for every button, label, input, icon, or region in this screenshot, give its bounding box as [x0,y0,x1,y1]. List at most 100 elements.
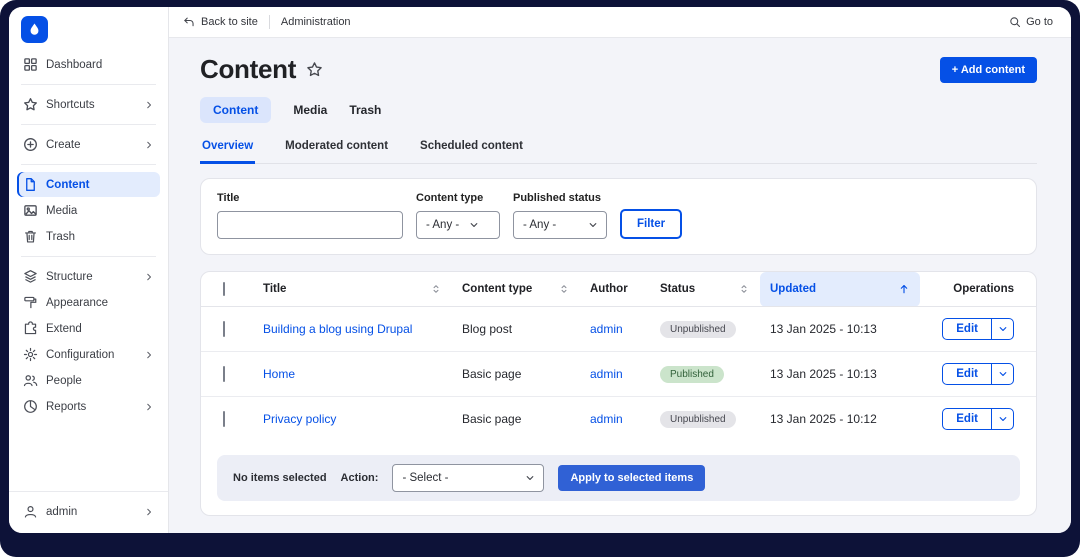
title-filter-label: Title [217,192,240,204]
sidebar-item-label: Create [46,138,81,151]
chevron-down-icon [525,473,535,483]
column-header-title[interactable]: Title [253,272,452,307]
action-select[interactable]: - Select - [392,464,545,492]
updated-cell: 13 Jan 2025 - 10:13 [760,351,920,397]
sidebar-divider [21,256,156,257]
content-type-select[interactable]: - Any - [416,211,500,239]
sidebar-item-label: Reports [46,400,87,413]
table-row: Home Basic page admin Published 13 Jan 2… [201,351,1036,397]
back-to-site-label: Back to site [201,16,258,28]
edit-dropdown-toggle[interactable] [991,409,1013,429]
author-link[interactable]: admin [590,367,623,381]
tab-overview[interactable]: Overview [200,131,256,164]
row-checkbox[interactable] [223,321,225,337]
sidebar-item-shortcuts[interactable]: Shortcuts [17,92,160,117]
sidebar-item-dashboard[interactable]: Dashboard [17,52,160,77]
tab-scheduled-content[interactable]: Scheduled content [418,131,525,164]
admin-topbar: Back to site Administration Go to [169,7,1071,38]
sort-ascending-icon [898,283,910,295]
sidebar-menu: Dashboard Shortcuts Create Content Media… [9,49,168,420]
user-icon [23,504,38,519]
table-row: Privacy policy Basic page admin Unpublis… [201,397,1036,442]
sidebar-item-content[interactable]: Content [17,172,160,197]
sidebar-item-reports[interactable]: Reports [17,394,160,419]
published-status-filter-label: Published status [513,192,602,204]
column-label: Author [590,283,628,295]
sidebar-item-structure[interactable]: Structure [17,264,160,289]
drupal-logo[interactable] [21,16,48,43]
sidebar-item-admin-user[interactable]: admin [17,499,160,524]
updated-cell: 13 Jan 2025 - 10:13 [760,306,920,352]
chevron-down-icon [999,372,1006,376]
row-checkbox[interactable] [223,411,225,427]
report-chart-icon [23,399,38,414]
tab-moderated-content[interactable]: Moderated content [283,131,390,164]
sidebar-item-configuration[interactable]: Configuration [17,342,160,367]
chevron-right-icon [144,350,154,360]
updated-cell: 13 Jan 2025 - 10:12 [770,412,877,426]
sidebar-item-appearance[interactable]: Appearance [17,290,160,315]
edit-split-button: Edit [942,408,1014,430]
column-header-author[interactable]: Author [580,272,650,307]
column-header-operations: Operations [920,272,1036,307]
content-title-link[interactable]: Building a blog using Drupal [263,322,412,336]
title-filter-input[interactable] [217,211,403,239]
column-header-content-type[interactable]: Content type [452,272,580,307]
published-status-select[interactable]: - Any - [513,211,607,239]
chevron-down-icon [999,417,1006,421]
sidebar-item-label: Configuration [46,348,115,361]
filter-button[interactable]: Filter [620,209,683,239]
edit-button[interactable]: Edit [943,364,991,384]
tab-trash[interactable]: Trash [349,97,381,123]
content-type-cell: Basic page [452,351,580,397]
sidebar-item-people[interactable]: People [17,368,160,393]
status-badge: Published [660,365,724,383]
column-header-updated[interactable]: Updated [760,272,920,307]
chevron-right-icon [144,272,154,282]
column-label: Title [263,283,287,295]
sidebar-item-create[interactable]: Create [17,132,160,157]
author-link[interactable]: admin [590,412,623,426]
content-title-link[interactable]: Home [263,367,295,381]
sidebar-item-trash[interactable]: Trash [17,224,160,249]
chevron-right-icon [144,140,154,150]
plus-circle-icon [23,137,38,152]
edit-button[interactable]: Edit [943,409,991,429]
edit-button[interactable]: Edit [943,319,991,339]
sidebar-item-extend[interactable]: Extend [17,316,160,341]
content-type-filter-label: Content type [416,192,484,204]
row-checkbox[interactable] [223,366,225,382]
action-select-value: - Select - [402,472,449,484]
tab-media[interactable]: Media [293,97,327,123]
main-area: Back to site Administration Go to Conten… [169,7,1071,533]
edit-dropdown-toggle[interactable] [991,364,1013,384]
content-type-cell: Basic page [462,412,522,426]
app-window: Dashboard Shortcuts Create Content Media… [9,7,1071,533]
trash-icon [23,229,38,244]
back-to-site-link[interactable]: Back to site [183,16,258,28]
filter-title-group: Title [217,192,403,239]
gear-icon [23,347,38,362]
sidebar-item-label: People [46,374,82,387]
no-items-selected-label: No items selected [233,472,327,484]
breadcrumb[interactable]: Administration [281,16,351,28]
sidebar-item-label: Content [46,178,90,191]
content-title-link[interactable]: Privacy policy [263,412,336,426]
goto-search[interactable]: Go to [1009,16,1053,28]
select-all-checkbox[interactable] [223,282,225,296]
apply-to-selected-button[interactable]: Apply to selected items [558,465,706,491]
search-icon [1010,17,1021,28]
sort-icon [430,283,442,295]
sidebar-item-label: Extend [46,322,82,335]
filters-panel: Title Content type - Any - Published sta… [200,178,1037,255]
add-content-button[interactable]: + Add content [939,56,1037,83]
people-icon [23,373,38,388]
tab-content[interactable]: Content [200,97,272,123]
favorite-star-icon[interactable] [306,61,323,78]
column-header-status[interactable]: Status [650,272,760,307]
edit-dropdown-toggle[interactable] [991,319,1013,339]
sidebar-item-media[interactable]: Media [17,198,160,223]
chevron-right-icon [144,507,154,517]
author-link[interactable]: admin [590,322,623,336]
content-table-panel: Title Content type Author Status Updated… [200,271,1037,516]
